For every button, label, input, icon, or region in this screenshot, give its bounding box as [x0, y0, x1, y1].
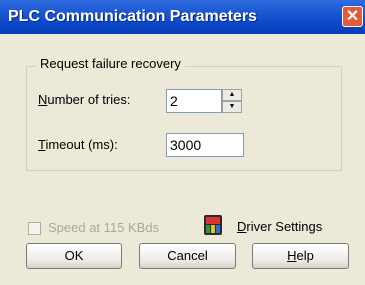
timeout-input[interactable]: 3000 [166, 133, 244, 157]
help-button[interactable]: Help [252, 243, 349, 269]
window-title: PLC Communication Parameters [8, 8, 257, 25]
title-bar: PLC Communication Parameters ✕ [0, 0, 365, 34]
cancel-button[interactable]: Cancel [139, 243, 236, 269]
tries-input[interactable]: 2 [166, 89, 222, 113]
spin-down-icon[interactable]: ▼ [222, 101, 242, 113]
driver-settings-link[interactable]: Driver Settings [237, 219, 322, 234]
timeout-label: Timeout (ms): [38, 137, 118, 152]
driver-settings-icon[interactable] [203, 214, 223, 236]
speed-label: Speed at 115 KBds [48, 220, 160, 235]
tries-label: Number of tries: [38, 92, 131, 107]
spin-up-icon[interactable]: ▲ [222, 89, 242, 101]
close-button[interactable]: ✕ [342, 6, 363, 27]
speed-checkbox[interactable] [28, 222, 41, 235]
ok-button[interactable]: OK [26, 243, 122, 269]
close-icon: ✕ [345, 8, 360, 25]
tries-spinner[interactable]: ▲ ▼ [222, 89, 242, 113]
group-title: Request failure recovery [36, 56, 185, 71]
